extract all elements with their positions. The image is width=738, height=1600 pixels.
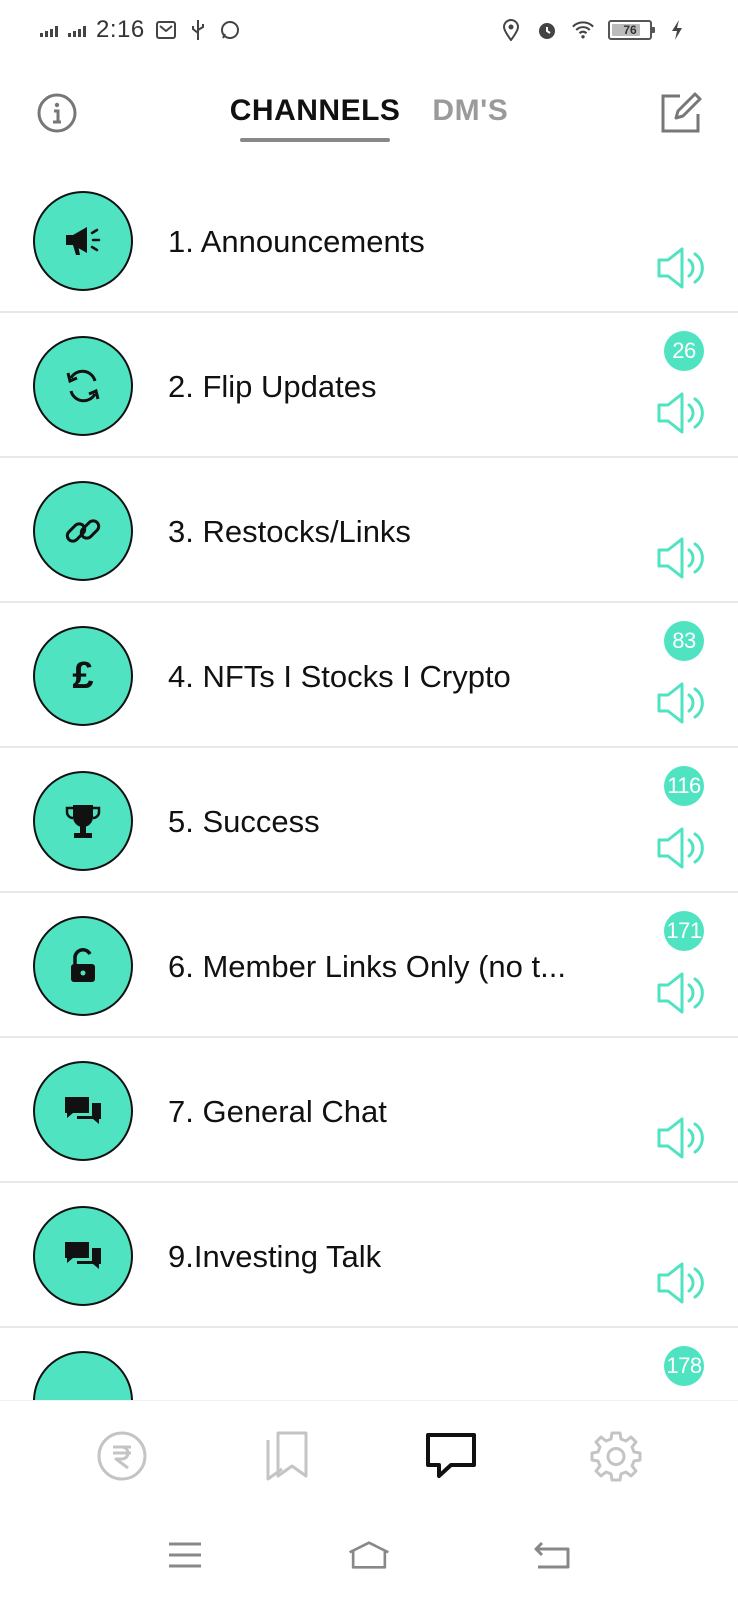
link-icon [65, 519, 101, 543]
status-right: 76 [500, 19, 698, 41]
system-home-button[interactable] [347, 1533, 391, 1577]
channel-name: 3. Restocks/Links [168, 514, 411, 549]
charging-icon [666, 19, 688, 41]
speaker-icon[interactable] [656, 824, 708, 872]
refresh-icon [66, 369, 100, 403]
unread-badge: 26 [664, 331, 704, 371]
battery-level: 76 [623, 23, 637, 37]
channel-avatar [33, 481, 133, 581]
channel-avatar [33, 916, 133, 1016]
location-icon [500, 19, 522, 41]
alarm-icon [536, 19, 558, 41]
pound-icon: £ [72, 654, 94, 697]
signal-icon-2 [68, 23, 86, 37]
home-icon [349, 1541, 389, 1569]
system-menu-button[interactable] [163, 1533, 207, 1577]
lock-icon [71, 948, 95, 982]
active-tab-indicator [239, 138, 391, 142]
channel-name: 7. General Chat [168, 1094, 387, 1129]
tab-bar: CHANNELS DM'S [0, 94, 738, 142]
nav-chat-button[interactable] [421, 1426, 481, 1486]
unread-badge: 116 [664, 766, 704, 806]
chat-icon [65, 1097, 101, 1124]
system-nav-bar [0, 1510, 738, 1600]
battery-indicator: 76 [608, 20, 655, 40]
channel-avatar [33, 191, 133, 291]
status-bar: 2:16 76 [0, 0, 738, 60]
mail-icon [155, 19, 177, 41]
channel-name: 1. Announcements [168, 224, 425, 259]
channel-row[interactable]: 2. Flip Updates 26 [0, 313, 738, 458]
wifi-icon [572, 19, 594, 41]
tab-channels-label: CHANNELS [229, 94, 401, 127]
chat-icon [65, 1242, 101, 1269]
channel-row[interactable]: 6. Member Links Only (no t... 171 [0, 893, 738, 1038]
system-back-button[interactable] [531, 1533, 575, 1577]
app-header: CHANNELS DM'S [0, 70, 738, 160]
channel-avatar [33, 1206, 133, 1306]
speaker-icon[interactable] [656, 534, 708, 582]
gear-icon [590, 1431, 642, 1481]
channel-row[interactable]: 5. Success 116 [0, 748, 738, 893]
channel-row[interactable]: 9.Investing Talk [0, 1183, 738, 1328]
channel-name: 5. Success [168, 804, 320, 839]
channel-name: 2. Flip Updates [168, 369, 377, 404]
channel-avatar [33, 1351, 133, 1400]
channel-row[interactable]: 1. Announcements [0, 168, 738, 313]
usb-icon [187, 19, 209, 41]
speaker-icon[interactable] [656, 969, 708, 1017]
speaker-icon[interactable] [656, 1259, 708, 1307]
signal-icon [40, 23, 58, 37]
whatsapp-icon [219, 19, 241, 41]
nav-currency-button[interactable] [92, 1426, 152, 1486]
speaker-icon[interactable] [656, 1114, 708, 1162]
channel-row[interactable]: 7. General Chat [0, 1038, 738, 1183]
channel-name: 4. NFTs I Stocks I Crypto [168, 659, 511, 694]
status-time: 2:16 [96, 16, 145, 43]
channel-row[interactable]: 3. Restocks/Links [0, 458, 738, 603]
channel-avatar: £ [33, 626, 133, 726]
chat-bubble-icon [426, 1432, 477, 1478]
channel-avatar [33, 1061, 133, 1161]
tab-dms-label: DM'S [432, 94, 509, 127]
channel-avatar [33, 336, 133, 436]
channel-row[interactable]: 178 [0, 1328, 738, 1400]
megaphone-icon [66, 227, 101, 255]
tab-dms[interactable]: DM'S [432, 94, 508, 142]
status-left: 2:16 [40, 16, 241, 44]
unread-badge: 83 [664, 621, 704, 661]
compose-icon [661, 92, 702, 133]
tab-channels[interactable]: CHANNELS [230, 94, 401, 142]
unread-badge: 178 [664, 1346, 704, 1386]
nav-settings-button[interactable] [586, 1426, 646, 1486]
speaker-icon[interactable] [656, 679, 708, 727]
back-icon [534, 1541, 570, 1569]
unread-badge: 171 [664, 911, 704, 951]
nav-bookmarks-button[interactable] [257, 1426, 317, 1486]
channel-row[interactable]: £ 4. NFTs I Stocks I Crypto 83 [0, 603, 738, 748]
bookmarks-icon [266, 1431, 308, 1480]
channel-name: 9.Investing Talk [168, 1239, 382, 1274]
bottom-nav [0, 1400, 738, 1510]
menu-icon [169, 1542, 201, 1568]
compose-button[interactable] [658, 90, 704, 136]
speaker-icon[interactable] [656, 389, 708, 437]
trophy-icon [65, 805, 101, 838]
channel-list[interactable]: 1. Announcements 2. Flip Updates 26 3. R… [0, 168, 738, 1400]
currency-icon [97, 1431, 147, 1480]
speaker-icon[interactable] [656, 244, 708, 292]
channel-name: 6. Member Links Only (no t... [168, 949, 566, 984]
channel-avatar [33, 771, 133, 871]
